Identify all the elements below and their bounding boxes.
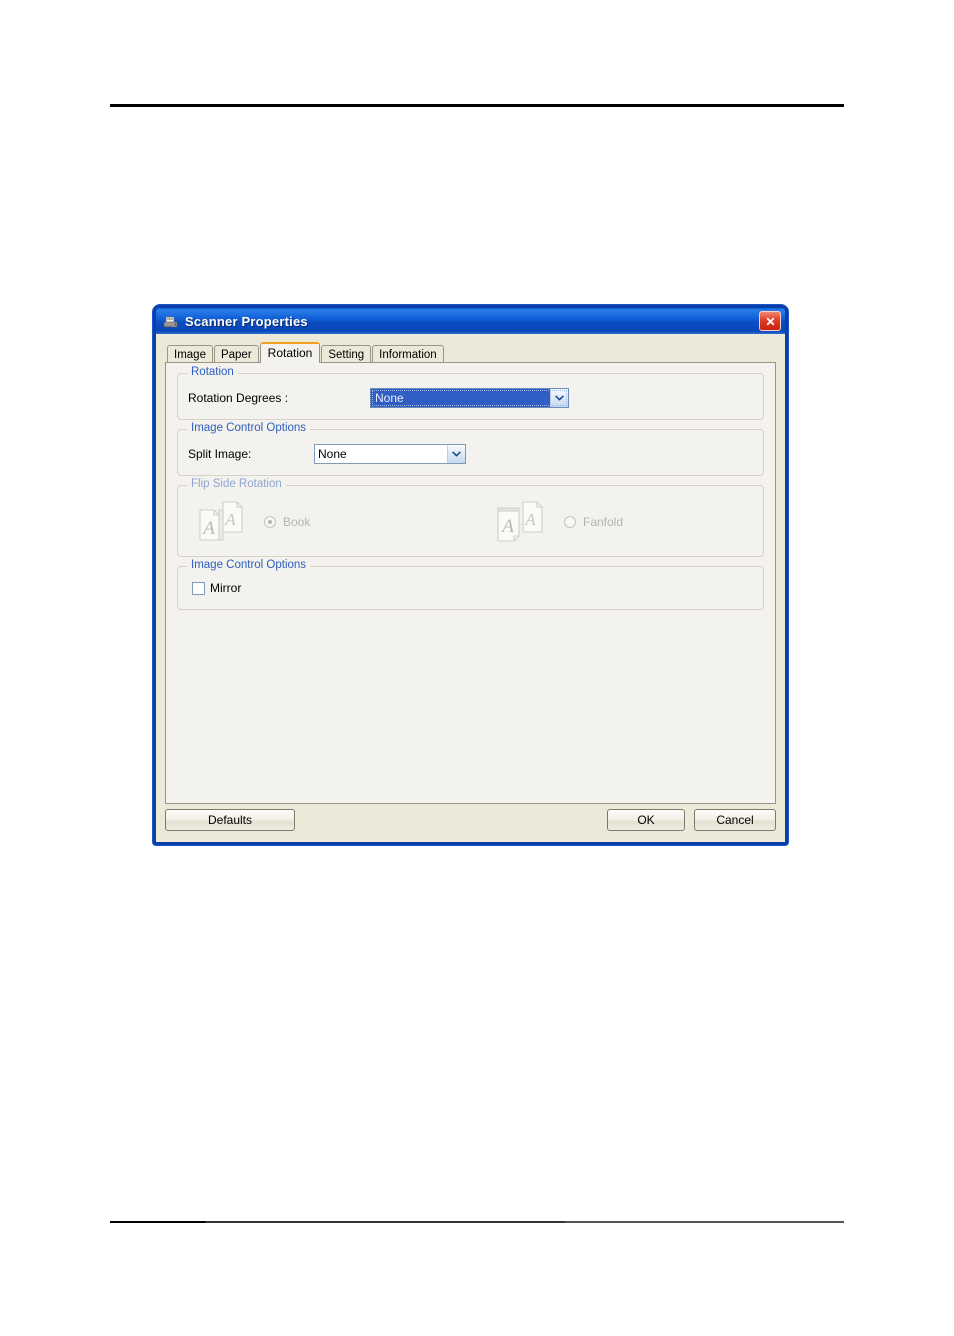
fanfold-pages-icon: A A: [492, 498, 550, 546]
dialog-title: Scanner Properties: [185, 313, 308, 329]
rotation-degrees-select[interactable]: None: [370, 388, 569, 408]
checkbox-mirror-label: Mirror: [210, 581, 242, 595]
tabstrip: Image Paper Rotation Setting Information: [165, 341, 776, 363]
dialog-body: Image Paper Rotation Setting Information…: [156, 334, 785, 842]
rotation-degrees-label: Rotation Degrees :: [188, 391, 289, 405]
group-mirror: Image Control Options Mirror: [177, 559, 764, 610]
checkbox-mirror[interactable]: [192, 581, 205, 595]
group-flip-side-rotation: Flip Side Rotation A A Book A A Fanfold: [177, 478, 764, 557]
dialog-button-bar: Defaults OK Cancel: [165, 809, 776, 833]
group-mirror-legend: Image Control Options: [187, 559, 311, 571]
split-image-value: None: [318, 447, 347, 461]
tab-paper[interactable]: Paper: [213, 345, 259, 362]
group-split-image: Image Control Options Split Image: None: [177, 422, 764, 476]
flip-side-option-fanfold[interactable]: A A Fanfold: [492, 498, 623, 546]
group-flip-side-legend: Flip Side Rotation: [187, 478, 286, 490]
tab-image[interactable]: Image: [167, 345, 213, 362]
group-rotation: Rotation Rotation Degrees : None: [177, 366, 764, 420]
dialog-titlebar[interactable]: Scanner Properties: [156, 308, 785, 334]
rotation-degrees-value: None: [371, 389, 550, 407]
svg-text:A: A: [201, 518, 215, 539]
chevron-down-icon[interactable]: [550, 389, 568, 407]
cancel-button[interactable]: Cancel: [694, 809, 776, 831]
svg-text:A: A: [524, 510, 536, 529]
svg-text:A: A: [500, 516, 514, 537]
rotation-tab-panel: Rotation Rotation Degrees : None Image C…: [165, 362, 776, 804]
fanfold-radio-row[interactable]: Fanfold: [564, 515, 623, 529]
scanner-icon: [162, 314, 179, 330]
scanner-properties-dialog: Scanner Properties Image Paper Rotation …: [153, 305, 788, 845]
book-radio-row[interactable]: Book: [264, 515, 310, 529]
tab-information[interactable]: Information: [372, 345, 444, 362]
page-header-rule: [110, 104, 844, 107]
flip-side-option-book[interactable]: A A Book: [192, 498, 492, 546]
tab-rotation[interactable]: Rotation: [259, 342, 321, 363]
book-pages-icon: A A: [192, 498, 250, 546]
chevron-down-icon[interactable]: [447, 445, 465, 463]
ok-button[interactable]: OK: [607, 809, 685, 831]
svg-text:A: A: [224, 510, 236, 529]
group-split-image-legend: Image Control Options: [187, 422, 311, 434]
tab-setting[interactable]: Setting: [321, 345, 372, 362]
group-rotation-legend: Rotation: [187, 366, 238, 378]
radio-book-label: Book: [283, 515, 311, 529]
close-icon[interactable]: [759, 311, 781, 331]
page-footer-rule: [110, 1221, 844, 1223]
radio-fanfold[interactable]: [564, 516, 576, 528]
radio-fanfold-label: Fanfold: [583, 515, 624, 529]
radio-book[interactable]: [264, 516, 276, 528]
split-image-label: Split Image:: [188, 447, 252, 461]
defaults-button[interactable]: Defaults: [165, 809, 295, 831]
split-image-select[interactable]: None: [314, 444, 466, 464]
